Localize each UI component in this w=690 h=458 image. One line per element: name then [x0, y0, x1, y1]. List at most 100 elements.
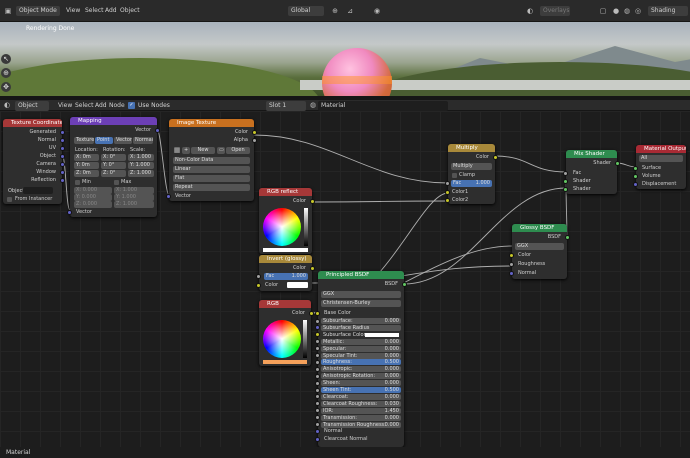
interpolation-select[interactable]: Linear — [173, 166, 250, 173]
node-principled-bsdf[interactable]: Principled BSDF BSDF GGX Christensen-Bur… — [315, 271, 407, 447]
editor-type-icon[interactable]: ▣ — [3, 6, 13, 16]
socket[interactable] — [509, 262, 514, 267]
distribution-select[interactable]: GGX — [515, 243, 564, 250]
visibility-icon[interactable]: ◐ — [525, 6, 535, 16]
socket[interactable] — [315, 422, 320, 427]
principled-field[interactable]: Specular Tint: 0.000 — [321, 352, 401, 359]
socket[interactable] — [252, 138, 257, 143]
socket[interactable] — [315, 332, 320, 338]
min-x[interactable]: X: 0.000 — [74, 187, 112, 194]
tab-texture[interactable]: Texture — [74, 137, 94, 144]
new-plus-icon[interactable]: + — [182, 147, 190, 154]
socket[interactable] — [445, 198, 450, 203]
extension-select[interactable]: Repeat — [173, 184, 250, 191]
principled-field[interactable]: Anisotropic Rotation: 0.000 — [321, 373, 401, 380]
socket[interactable] — [315, 408, 320, 414]
node-editor[interactable]: Texture Coordinate Generated Normal UV O… — [0, 111, 690, 447]
socket[interactable] — [315, 394, 320, 400]
node-material-output[interactable]: Material Output All Surface Volume Displ… — [633, 145, 686, 189]
fac-field[interactable]: Fac 1.000 — [264, 273, 308, 280]
location-z[interactable]: Z: 0m — [74, 170, 99, 177]
overlays-button[interactable]: Overlays — [540, 6, 570, 16]
socket[interactable] — [315, 415, 320, 421]
editor-type-icon[interactable]: ◐ — [2, 100, 12, 110]
proportional-icon[interactable]: ◉ — [372, 6, 382, 16]
socket[interactable] — [402, 282, 407, 287]
socket[interactable] — [60, 138, 65, 143]
principled-field[interactable]: Sheen: 0.000 — [321, 380, 401, 387]
color-wheel[interactable] — [263, 320, 301, 358]
orientation-select[interactable]: Global — [288, 6, 324, 16]
mode-select[interactable]: Object Mode — [16, 6, 60, 16]
max-x[interactable]: X: 1.000 — [114, 187, 154, 194]
socket[interactable] — [60, 170, 65, 175]
cursor-tool-icon[interactable]: ⊕ — [1, 68, 11, 78]
socket[interactable] — [166, 194, 171, 199]
rotation-z[interactable]: Z: 0° — [101, 170, 126, 177]
principled-field[interactable]: Subsurface: 0.000 — [321, 318, 401, 324]
projection-select[interactable]: Flat — [173, 175, 250, 182]
socket[interactable] — [60, 154, 65, 159]
socket[interactable] — [315, 311, 320, 316]
rotation-x[interactable]: X: 0° — [101, 154, 126, 161]
socket[interactable] — [315, 387, 320, 393]
socket[interactable] — [445, 181, 450, 186]
socket[interactable] — [315, 318, 320, 324]
select-tool-icon[interactable]: ↖ — [1, 54, 11, 64]
shader-type-select[interactable]: Object — [15, 101, 49, 111]
socket[interactable] — [252, 130, 257, 135]
socket[interactable] — [565, 235, 570, 240]
node-multiply[interactable]: Multiply Color Multiply Clamp Fac 1.000 C… — [445, 144, 498, 204]
socket[interactable] — [445, 190, 450, 195]
target-select[interactable]: All — [639, 155, 683, 162]
material-name[interactable]: Material — [318, 101, 448, 111]
node-mapping[interactable]: Mapping Vector Texture Point Vector Norm… — [67, 117, 160, 217]
max-z[interactable]: Z: 1.000 — [114, 201, 154, 208]
shading-rendered-icon[interactable]: ◎ — [633, 6, 643, 16]
socket[interactable] — [315, 429, 320, 434]
socket[interactable] — [155, 128, 160, 133]
socket[interactable] — [633, 182, 638, 187]
move-tool-icon[interactable]: ✥ — [1, 82, 11, 92]
principled-field[interactable]: IOR: 1.450 — [321, 407, 401, 414]
socket[interactable] — [563, 171, 568, 176]
principled-field[interactable]: Transmission: 0.000 — [321, 414, 401, 421]
shading-menu[interactable]: Shading — [648, 6, 688, 16]
socket[interactable] — [315, 325, 320, 331]
principled-field[interactable]: Specular: 0.000 — [321, 345, 401, 352]
socket[interactable] — [563, 179, 568, 184]
max-y[interactable]: Y: 1.000 — [114, 194, 154, 201]
from-instancer-checkbox[interactable] — [7, 197, 12, 202]
principled-field[interactable]: Subsurface Radius — [321, 324, 401, 331]
min-z[interactable]: Z: 0.000 — [74, 201, 112, 208]
use-nodes-checkbox[interactable]: ✓ — [128, 102, 135, 109]
scale-x[interactable]: X: 1.000 — [128, 154, 154, 161]
image-browse-icon[interactable]: ▦ — [173, 146, 181, 154]
color-swatch[interactable] — [263, 248, 308, 252]
scale-z[interactable]: Z: 1.000 — [128, 170, 154, 177]
socket[interactable] — [309, 311, 314, 316]
snap-icon[interactable]: ⊿ — [345, 6, 355, 16]
socket[interactable] — [315, 437, 320, 442]
principled-field[interactable]: Roughness: 0.500 — [321, 359, 401, 366]
3d-viewport[interactable]: Rendering Done ↖ ⊕ ✥ ↻ — [0, 22, 690, 96]
open-image-button[interactable]: Open — [226, 147, 250, 154]
node-mix-shader[interactable]: Mix Shader Shader Fac Shader Shader — [563, 150, 620, 194]
shading-solid-icon[interactable]: ● — [611, 6, 621, 16]
material-icon[interactable]: ◍ — [308, 100, 318, 110]
clamp-checkbox[interactable] — [452, 173, 457, 178]
value-slider[interactable] — [303, 320, 307, 358]
object-field[interactable] — [23, 187, 53, 194]
socket[interactable] — [615, 161, 620, 166]
min-checkbox[interactable] — [75, 180, 80, 185]
xray-icon[interactable]: ▢ — [598, 6, 608, 16]
new-image-button[interactable]: New — [191, 147, 215, 154]
socket[interactable] — [67, 210, 72, 215]
subsurface-method-select[interactable]: Christensen-Burley — [321, 300, 401, 307]
open-folder-icon[interactable]: ▭ — [217, 147, 225, 154]
color-wheel[interactable] — [263, 208, 301, 246]
value-slider[interactable] — [304, 208, 308, 246]
socket[interactable] — [315, 346, 320, 352]
color-swatch[interactable] — [263, 360, 307, 364]
socket[interactable] — [315, 359, 320, 365]
